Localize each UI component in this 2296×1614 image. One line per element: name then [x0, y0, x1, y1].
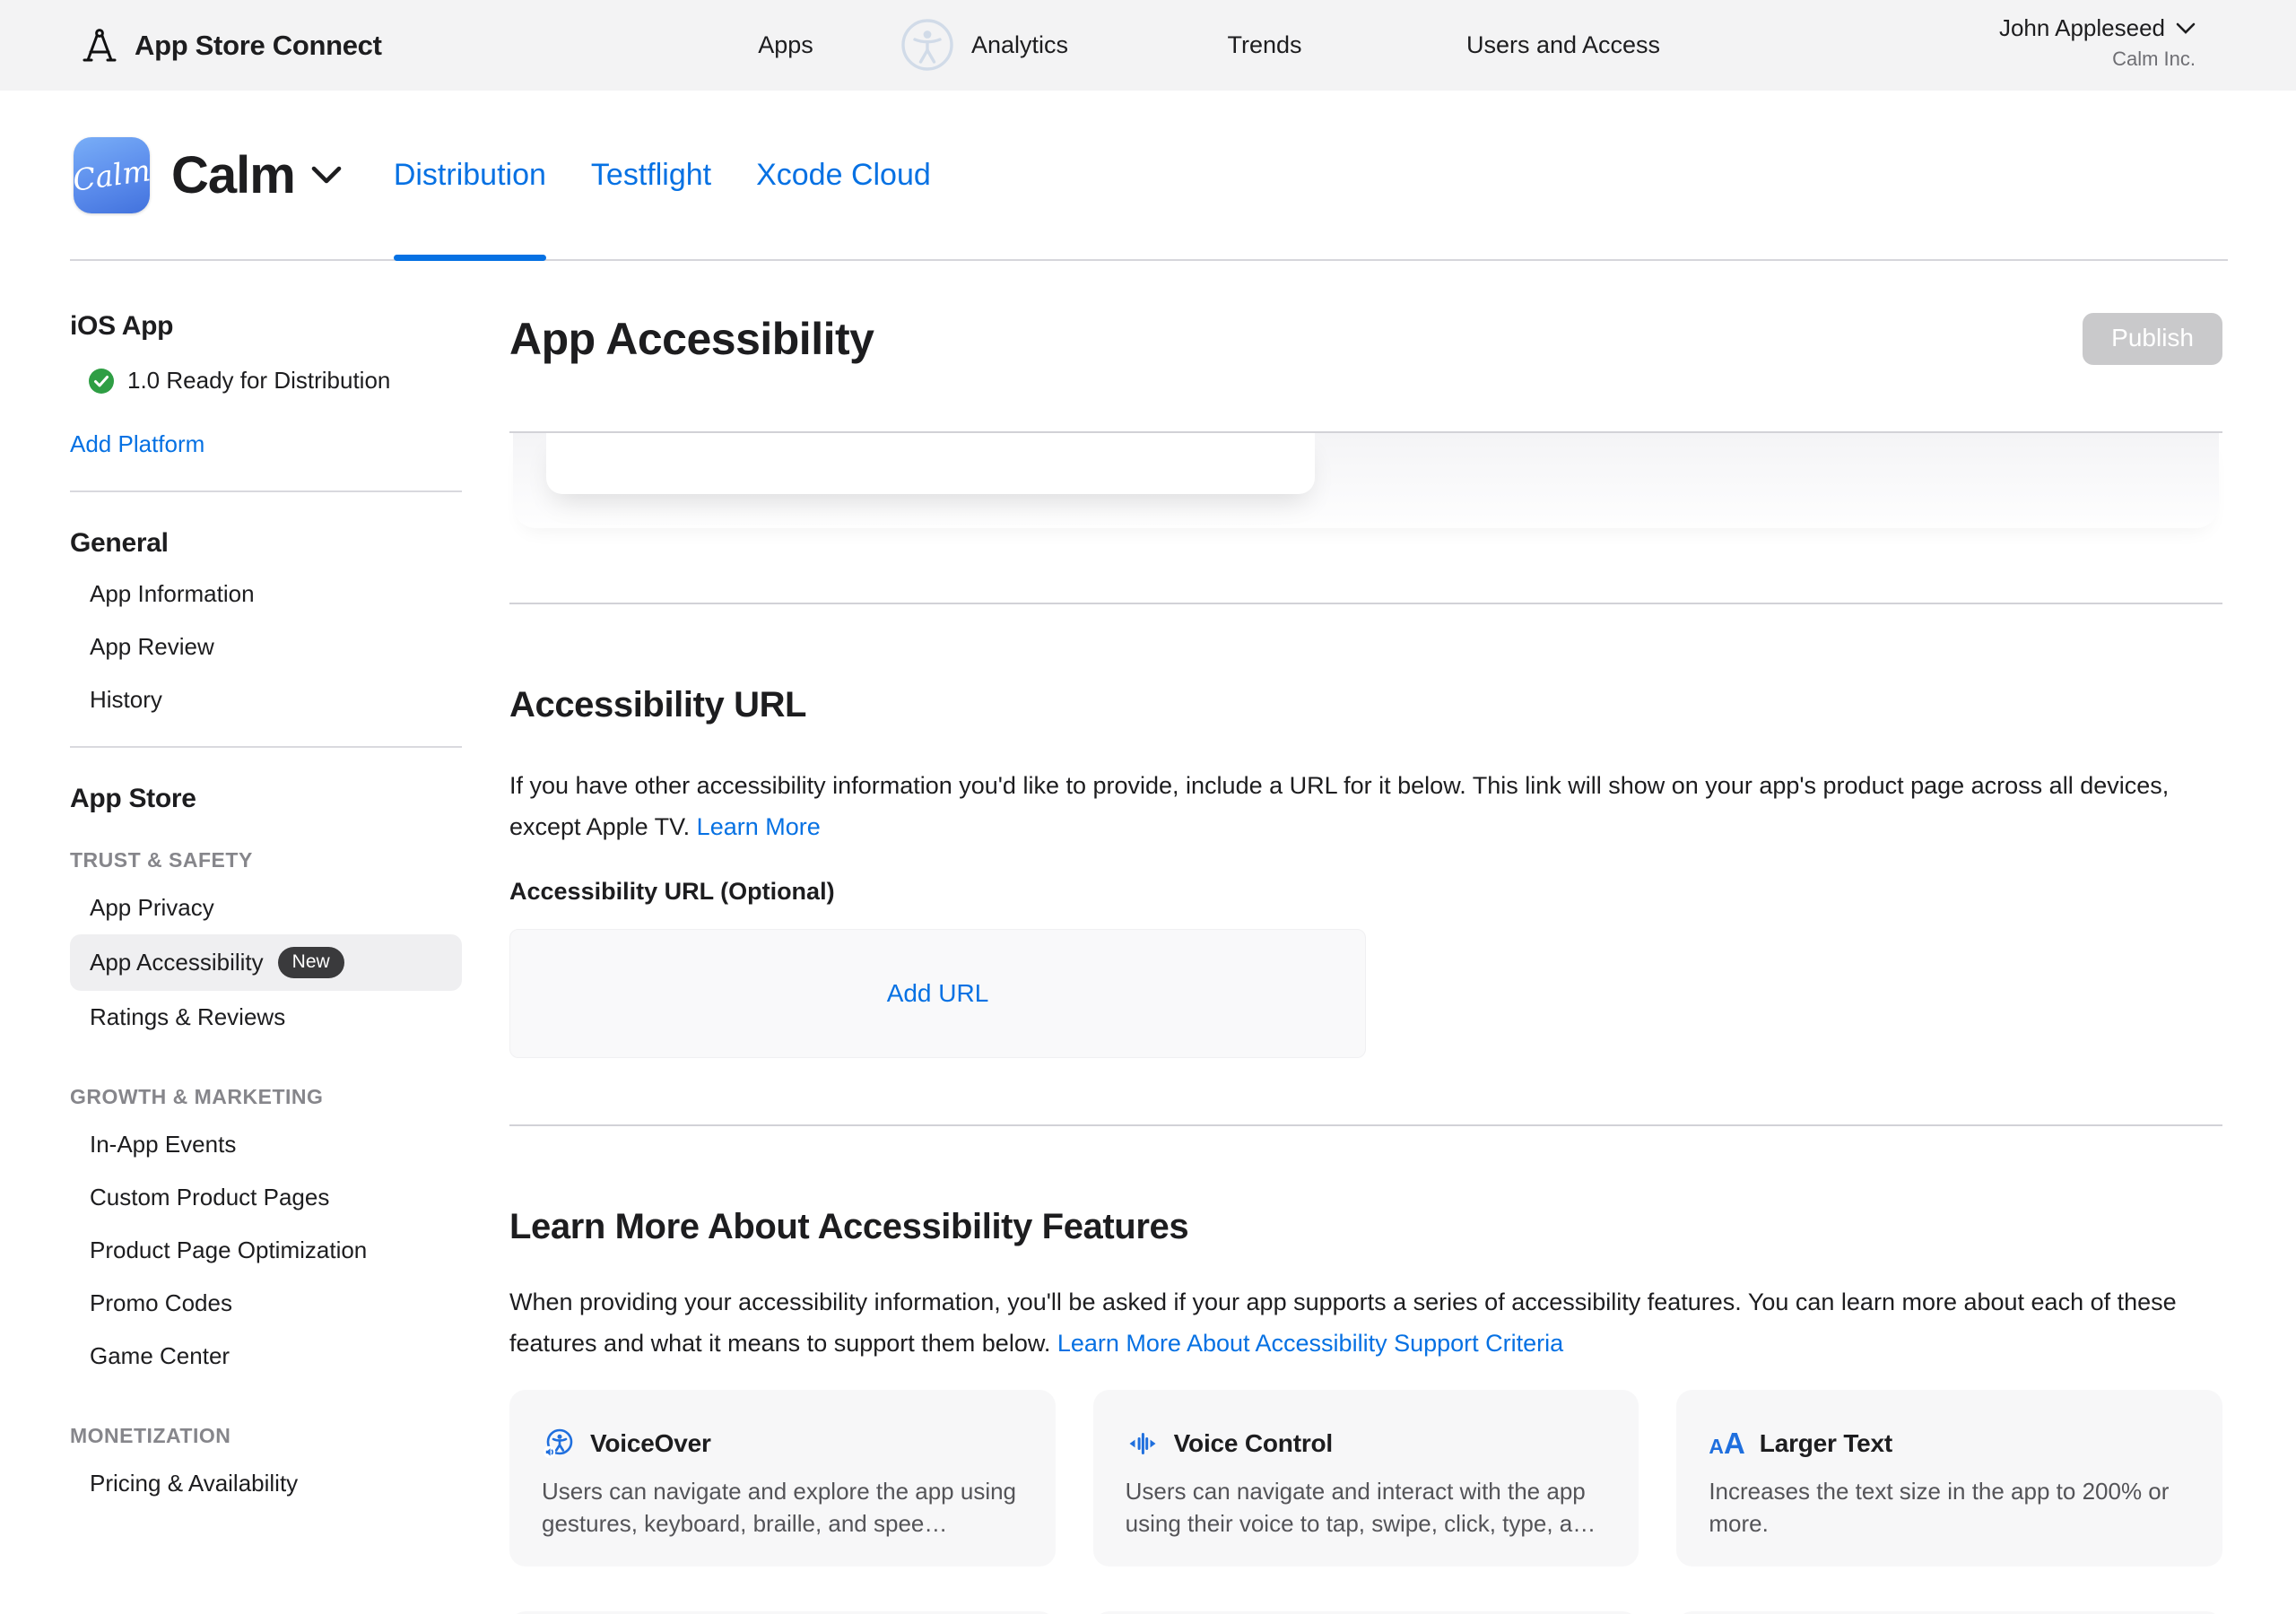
learn-more-link[interactable]: Learn More — [697, 813, 821, 840]
sidebar-item-app-information[interactable]: App Information — [70, 568, 462, 620]
sidebar-item-product-page-optimization[interactable]: Product Page Optimization — [70, 1224, 462, 1277]
accessibility-url-field: Add URL — [509, 929, 1366, 1058]
app-header: Calm Calm Distribution Testflight Xcode … — [0, 91, 2296, 259]
nav-item-trends[interactable]: Trends — [1227, 0, 1301, 91]
sidebar-group-trust-safety: TRUST & SAFETY — [70, 848, 462, 872]
feature-card-title: Larger Text — [1760, 1429, 1892, 1458]
sidebar-item-app-review[interactable]: App Review — [70, 620, 462, 673]
account-name: John Appleseed — [1999, 14, 2165, 42]
sidebar-item-custom-product-pages[interactable]: Custom Product Pages — [70, 1171, 462, 1224]
support-criteria-link[interactable]: Learn More About Accessibility Support C… — [1057, 1330, 1563, 1357]
sidebar-item-game-center[interactable]: Game Center — [70, 1330, 462, 1383]
tab-testflight[interactable]: Testflight — [591, 91, 711, 259]
app-store-connect-brand[interactable]: App Store Connect — [79, 0, 382, 91]
sidebar-item-ratings-reviews[interactable]: Ratings & Reviews — [70, 991, 462, 1044]
divider — [509, 603, 2222, 604]
app-name: Calm — [171, 145, 295, 205]
tab-xcode-cloud[interactable]: Xcode Cloud — [756, 91, 931, 259]
top-navigation: App Store Connect Apps Analytics Trends … — [0, 0, 2296, 91]
feature-card-title: Voice Control — [1174, 1429, 1333, 1458]
scrolled-card — [546, 433, 1315, 494]
app-tabs: Distribution Testflight Xcode Cloud — [394, 91, 931, 259]
accessibility-watermark-icon — [893, 11, 961, 79]
accessibility-url-field-label: Accessibility URL (Optional) — [509, 878, 2222, 906]
sidebar: iOS App 1.0 Ready for Distribution Add P… — [70, 261, 462, 1510]
voiceover-icon — [542, 1427, 576, 1461]
chevron-down-icon — [2176, 22, 2196, 34]
features-description: When providing your accessibility inform… — [509, 1281, 2222, 1364]
account-org: Calm Inc. — [1999, 48, 2196, 71]
sidebar-list-monetization: Pricing & Availability — [70, 1457, 462, 1510]
add-url-button[interactable]: Add URL — [887, 979, 989, 1008]
app-store-connect-logo-icon — [79, 25, 120, 66]
feature-card-description: Users can navigate and interact with the… — [1126, 1475, 1607, 1540]
accessibility-url-section: Accessibility URL If you have other acce… — [509, 685, 2222, 1058]
sidebar-item-app-accessibility[interactable]: App Accessibility New — [70, 934, 462, 991]
chevron-down-icon — [311, 166, 342, 184]
sidebar-heading-general: General — [70, 528, 462, 559]
brand-label: App Store Connect — [135, 30, 382, 62]
feature-card-title: VoiceOver — [590, 1429, 711, 1458]
sidebar-list-growth-marketing: In-App Events Custom Product Pages Produ… — [70, 1118, 462, 1383]
app-switcher[interactable]: Calm — [171, 145, 342, 205]
check-circle-icon — [88, 368, 115, 395]
nav-item-apps[interactable]: Apps — [758, 0, 813, 91]
larger-text-icon: AA — [1709, 1427, 1744, 1461]
feature-cards-grid: VoiceOver Users can navigate and explore… — [509, 1390, 2222, 1614]
page: App Store Connect Apps Analytics Trends … — [0, 0, 2296, 1614]
accessibility-url-heading: Accessibility URL — [509, 685, 2222, 725]
sidebar-group-growth-marketing: GROWTH & MARKETING — [70, 1085, 462, 1109]
divider — [70, 746, 462, 748]
publish-button[interactable]: Publish — [2083, 313, 2222, 365]
voice-control-icon — [1126, 1427, 1160, 1461]
sidebar-item-history[interactable]: History — [70, 673, 462, 726]
version-status[interactable]: 1.0 Ready for Distribution — [70, 367, 462, 395]
feature-card-description: Users can navigate and explore the app u… — [542, 1475, 1023, 1540]
sidebar-item-in-app-events[interactable]: In-App Events — [70, 1118, 462, 1171]
sidebar-list-general: App Information App Review History — [70, 568, 462, 726]
account-menu[interactable]: John Appleseed Calm Inc. — [1999, 14, 2196, 71]
tab-distribution[interactable]: Distribution — [394, 91, 546, 259]
feature-card-larger-text[interactable]: AA Larger Text Increases the text size i… — [1676, 1390, 2222, 1566]
nav-item-analytics[interactable]: Analytics — [971, 0, 1068, 91]
add-platform-link[interactable]: Add Platform — [70, 430, 204, 458]
version-status-label: 1.0 Ready for Distribution — [127, 367, 390, 395]
divider — [70, 490, 462, 492]
nav-item-users-and-access[interactable]: Users and Access — [1466, 0, 1660, 91]
feature-card-voice-control[interactable]: Voice Control Users can navigate and int… — [1093, 1390, 1639, 1566]
sidebar-item-promo-codes[interactable]: Promo Codes — [70, 1277, 462, 1330]
calm-app-icon-script: Calm — [71, 152, 152, 198]
accessibility-url-description: If you have other accessibility informat… — [509, 765, 2222, 847]
sidebar-list-trust-safety: App Privacy App Accessibility New Rating… — [70, 881, 462, 1044]
sidebar-item-pricing-availability[interactable]: Pricing & Availability — [70, 1457, 462, 1510]
feature-card-description: Increases the text size in the app to 20… — [1709, 1475, 2190, 1540]
sidebar-item-app-privacy[interactable]: App Privacy — [70, 881, 462, 934]
accessibility-features-section: Learn More About Accessibility Features … — [509, 1207, 2222, 1614]
sidebar-group-monetization: MONETIZATION — [70, 1424, 462, 1448]
feature-card-voiceover[interactable]: VoiceOver Users can navigate and explore… — [509, 1390, 1056, 1566]
scrolled-card-remnant — [513, 433, 2219, 528]
features-heading: Learn More About Accessibility Features — [509, 1207, 2222, 1247]
new-badge: New — [278, 947, 344, 978]
page-title: App Accessibility — [509, 313, 874, 365]
divider — [509, 1124, 2222, 1126]
main-content: App Accessibility Publish Accessibility … — [509, 261, 2222, 1614]
calm-app-icon[interactable]: Calm — [74, 137, 150, 213]
sidebar-heading-ios-app: iOS App — [70, 311, 462, 342]
sidebar-heading-app-store: App Store — [70, 784, 462, 814]
